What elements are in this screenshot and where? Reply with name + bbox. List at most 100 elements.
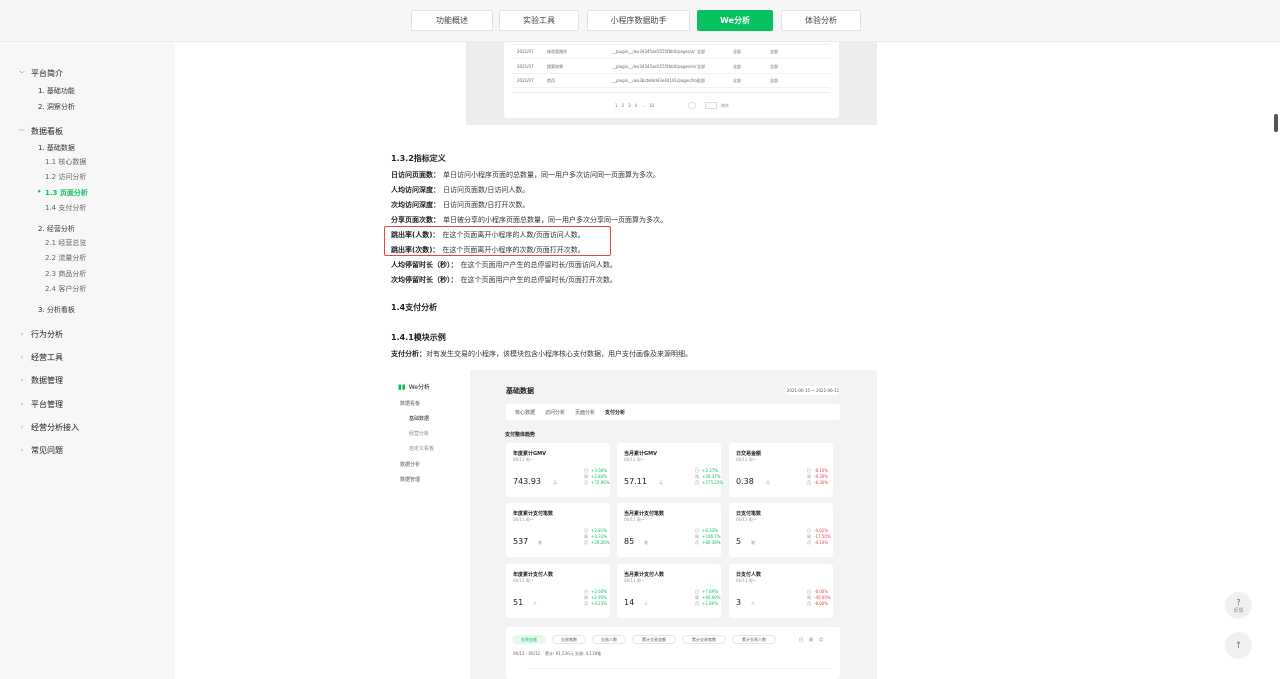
page-item[interactable]: 2 <box>622 103 625 108</box>
table-cell: 全部 <box>733 64 741 69</box>
period-toggle[interactable]: 月 <box>819 637 823 643</box>
table-cell: 首页 <box>547 78 555 83</box>
feedback-button[interactable]: ? 反馈 <box>1225 592 1252 619</box>
menu-basic-data[interactable]: 基础数据 <box>409 415 429 422</box>
metric-unit: 笔 <box>751 540 755 545</box>
table-cell: 体验版路径 <box>547 49 567 54</box>
metric-change: -8.30% <box>814 480 829 485</box>
table-cell: 2021/07 <box>517 78 534 83</box>
sidebar-item-business-tools[interactable]: › 经营工具 <box>17 352 63 363</box>
metric-date: 06/11 周一 <box>513 578 534 583</box>
goto-page-input[interactable] <box>705 102 717 109</box>
period-toggle[interactable]: 周 <box>809 637 813 643</box>
table-cell: 搜索结果 <box>547 64 563 69</box>
menu-business[interactable]: 经营分析 <box>409 430 429 437</box>
sidebar-item-faq[interactable]: › 常见问题 <box>17 445 63 456</box>
menu-custom[interactable]: 自定义看板 <box>409 445 434 452</box>
metric-title: 年度累计GMV <box>513 451 546 457</box>
tab-we-analysis[interactable]: We分析 <box>697 10 773 31</box>
sidebar-item-traffic-analysis[interactable]: 2.2 流量分析 <box>45 253 86 263</box>
arrow-up-icon: ↑ <box>1234 640 1243 651</box>
menu-data-manage[interactable]: 数据管理 <box>400 476 420 483</box>
period-toggle[interactable]: 日 <box>799 637 803 643</box>
sidebar-item-funnel-analysis[interactable]: 2. 洞察分析 <box>38 102 75 112</box>
metric-chip[interactable]: 累计交易笔数 <box>682 635 726 644</box>
definition-line: 分享页面次数： 单日被分享的小程序页面总数量，同一用户多次分享同一页面算为多次。 <box>391 215 667 225</box>
sidebar-item-business-overview[interactable]: 2.1 经营总览 <box>45 238 86 248</box>
sidebar-item-behavior-analysis[interactable]: › 行为分析 <box>17 329 63 340</box>
menu-data-board[interactable]: 数据看板 <box>400 400 420 407</box>
page-item[interactable]: 1 <box>615 103 618 108</box>
metric-date: 06/11 周一 <box>513 457 534 462</box>
page-item[interactable]: 3 <box>628 103 631 108</box>
sidebar-item-platform-intro[interactable]: ﹀ 平台简介 <box>17 68 63 79</box>
sidebar-item-analysis-board[interactable]: 3. 分析看板 <box>38 305 75 315</box>
row-label: 月 <box>695 480 699 485</box>
menu-data-analysis[interactable]: 数据分析 <box>400 461 420 468</box>
back-to-top-button[interactable]: ↑ <box>1225 632 1252 659</box>
metric-change: +106.7% <box>702 534 721 539</box>
metric-chip[interactable]: 交易人数 <box>592 635 626 644</box>
page-item[interactable]: 4 <box>635 103 638 108</box>
metric-date: 06/11 周一 <box>736 578 757 583</box>
metric-chip[interactable]: 累计交易人数 <box>732 635 776 644</box>
question-icon: ? <box>1236 597 1241 607</box>
sidebar-item-page-analysis[interactable]: 1.3 页面分析 <box>37 188 88 198</box>
next-page-button[interactable] <box>688 102 696 109</box>
tab-experiment-tools[interactable]: 实验工具 <box>499 10 579 31</box>
sidebar-item-data-management[interactable]: › 数据管理 <box>17 375 63 386</box>
metric-date: 06/11 周一 <box>736 457 757 462</box>
sidebar-item-business-analysis[interactable]: 2. 经营分析 <box>38 224 75 234</box>
metric-chip[interactable]: 交易笔数 <box>552 635 586 644</box>
row-label: 月 <box>584 480 588 485</box>
definition-line: 次均访问深度： 日访问页面数/日打开次数。 <box>391 200 529 210</box>
tab-visit[interactable]: 访问分析 <box>545 409 565 416</box>
sidebar-item-basic-data[interactable]: 1. 基础数据 <box>38 143 75 153</box>
sidebar-item-basic-functions[interactable]: 1. 基础功能 <box>38 86 75 96</box>
tab-core-data[interactable]: 核心数据 <box>515 409 535 416</box>
metric-change: -4.10% <box>814 540 829 545</box>
date-range-picker[interactable]: 2021-06-15 ~ 2021-06-11 <box>786 386 840 395</box>
metric-date: 06/11 周一 <box>513 517 534 522</box>
payment-desc: 支付分析：对有发生交易的小程序，该模块包含小程序核心支付数据，用户支付画像及来源… <box>391 349 692 359</box>
sidebar-item-core-data[interactable]: 1.1 核心数据 <box>45 157 86 167</box>
metric-change: -8.00% <box>814 601 829 606</box>
tab-overview[interactable]: 功能概述 <box>411 10 493 31</box>
table-cell: 全部 <box>733 78 741 83</box>
metric-unit: 笔 <box>538 540 542 545</box>
metric-change: +26.26% <box>591 540 610 545</box>
metric-chip[interactable]: 累计交易金额 <box>632 635 676 644</box>
page-item[interactable]: ... <box>641 103 645 108</box>
table-cell: 全部 <box>770 49 778 54</box>
chevron-right-icon: › <box>20 401 24 408</box>
sidebar-item-payment-analysis[interactable]: 1.4 支付分析 <box>45 203 86 213</box>
tab-payment[interactable]: 支付分析 <box>605 409 625 416</box>
metric-change: +7.69% <box>702 589 719 594</box>
sidebar-item-customer-analysis[interactable]: 2.4 客户分析 <box>45 284 86 294</box>
sidebar-label: 平台简介 <box>31 69 63 78</box>
definition-desc: 在这个页面用户产生的总停留时长/页面访问人数。 <box>460 261 617 269</box>
sidebar-item-product-analysis[interactable]: 2.3 商品分析 <box>45 269 86 279</box>
tab-experience-analysis[interactable]: 体验分析 <box>781 10 861 31</box>
chevron-right-icon: › <box>20 377 24 384</box>
sidebar-item-business-access[interactable]: › 经营分析接入 <box>17 422 79 433</box>
metric-chip[interactable]: 交易金额 <box>512 635 546 644</box>
sidebar-label: 数据管理 <box>31 376 63 385</box>
page-item[interactable]: 10 <box>649 103 654 108</box>
pagination[interactable]: 1 2 3 4 ... 10 <box>615 103 654 108</box>
row-divider <box>512 73 830 74</box>
sidebar-item-platform-management[interactable]: › 平台管理 <box>17 399 63 410</box>
metric-change: +2.84% <box>591 474 608 479</box>
sidebar-item-visit-analysis[interactable]: 1.2 访问分析 <box>45 172 86 182</box>
tab-miniprogram-assistant[interactable]: 小程序数据助手 <box>587 10 690 31</box>
definition-term: 次均停留时长（秒）： <box>391 276 458 284</box>
metric-value: 85 <box>624 537 635 546</box>
table-cell: 2021/07 <box>517 64 534 69</box>
metric-change: +2.81% <box>591 528 608 533</box>
tab-page[interactable]: 页面分析 <box>575 409 595 416</box>
metric-title: 日交易金额 <box>736 451 762 457</box>
scrollbar-thumb[interactable] <box>1274 114 1278 132</box>
range-sum: 累计: ¥1,536元 <box>545 651 574 656</box>
metric-value: 51 <box>513 598 524 607</box>
sidebar-item-data-board[interactable]: ﹀ 数据看板 <box>17 126 63 137</box>
